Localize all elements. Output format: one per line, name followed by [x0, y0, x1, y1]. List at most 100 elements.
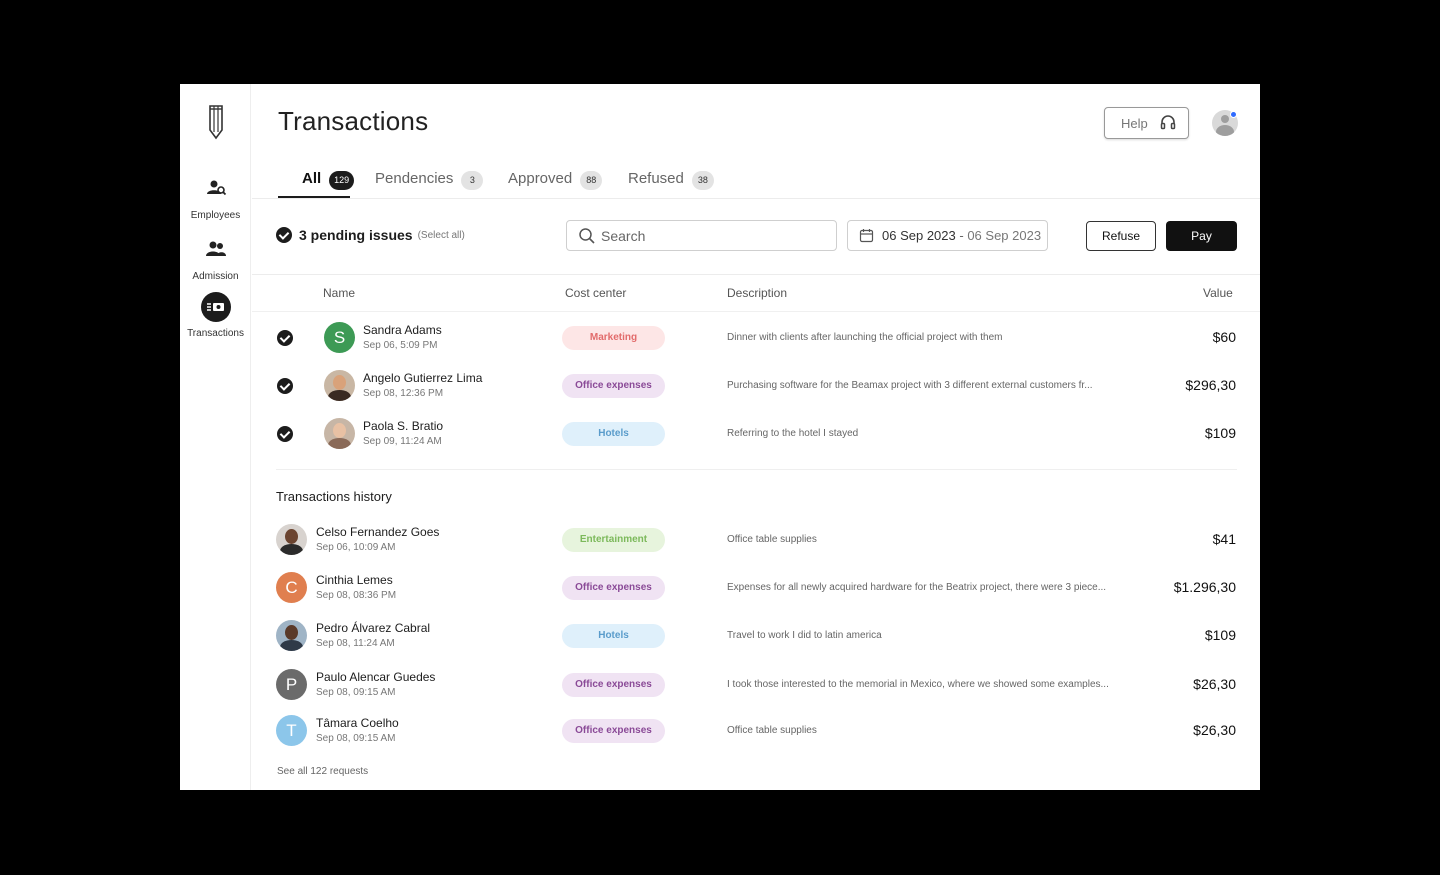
avatar [276, 524, 307, 555]
table-row[interactable]: S Sandra Adams Sep 06, 5:09 PM Marketing… [252, 315, 1260, 361]
sidebar-item-transactions[interactable]: Transactions [180, 292, 251, 339]
tab-count-badge: 3 [461, 171, 484, 190]
tab-label: Approved [508, 170, 573, 187]
avatar [324, 418, 355, 449]
transaction-description: Dinner with clients after launching the … [727, 332, 1003, 343]
transactions-history-title: Transactions history [276, 489, 392, 504]
person-name: Tâmara Coelho [316, 716, 399, 730]
transaction-description: Office table supplies [727, 534, 817, 545]
tab-all[interactable]: All 129 [302, 170, 355, 198]
column-header-name[interactable]: Name [323, 286, 355, 300]
avatar: C [276, 572, 307, 603]
date-range-picker[interactable]: 06 Sep 2023 - 06 Sep 2023 [847, 220, 1048, 251]
sidebar-item-employees[interactable]: Employees [180, 174, 251, 221]
tab-count-badge: 129 [329, 171, 355, 190]
tab-bar: All 129 Pendencies 3 Approved 88 Refused… [278, 170, 1260, 200]
transaction-date: Sep 06, 10:09 AM [316, 542, 396, 553]
row-checkbox[interactable] [277, 330, 293, 346]
cost-center-tag: Hotels [562, 422, 665, 446]
cost-center-tag: Office expenses [562, 576, 665, 600]
search-input[interactable] [601, 225, 821, 247]
column-header-value[interactable]: Value [1203, 286, 1233, 300]
transaction-date: Sep 08, 08:36 PM [316, 590, 397, 601]
tab-label: Refused [628, 170, 684, 187]
section-divider [276, 469, 1237, 470]
transaction-value: $109 [1204, 627, 1236, 643]
transaction-value: $60 [1212, 329, 1236, 345]
tab-refused[interactable]: Refused 38 [628, 170, 714, 198]
column-header-description[interactable]: Description [727, 286, 787, 300]
date-from: 06 Sep 2023 [882, 228, 956, 243]
avatar: S [324, 322, 355, 353]
money-transfer-icon [200, 292, 231, 322]
transaction-value: $1.296,30 [1173, 579, 1236, 595]
table-row[interactable]: Celso Fernandez Goes Sep 06, 10:09 AM En… [252, 517, 1260, 563]
transaction-date: Sep 08, 09:15 AM [316, 733, 396, 744]
search-box [566, 220, 837, 251]
person-name: Celso Fernandez Goes [316, 525, 440, 539]
transaction-description: I took those interested to the memorial … [727, 679, 1109, 690]
transaction-date: Sep 06, 5:09 PM [363, 340, 438, 351]
row-checkbox[interactable] [277, 378, 293, 394]
table-row[interactable]: P Paulo Alencar Guedes Sep 08, 09:15 AM … [252, 662, 1260, 708]
avatar [324, 370, 355, 401]
sidebar-item-admission[interactable]: Admission [180, 235, 251, 282]
tab-count-badge: 38 [691, 171, 714, 190]
refuse-button[interactable]: Refuse [1086, 221, 1156, 251]
sidebar-item-label: Transactions [187, 328, 244, 339]
cost-center-tag: Marketing [562, 326, 665, 350]
person-name: Pedro Álvarez Cabral [316, 621, 431, 635]
transaction-value: $109 [1204, 425, 1236, 441]
transaction-description: Travel to work I did to latin america [727, 630, 882, 641]
pending-issues-toggle[interactable]: 3 pending issues (Select all) [276, 227, 465, 243]
column-header-cost-center[interactable]: Cost center [565, 286, 626, 300]
person-name: Paulo Alencar Guedes [316, 670, 436, 684]
employees-search-icon [201, 174, 231, 204]
calendar-icon [859, 229, 874, 243]
sidebar: Employees Admission Transactions [180, 84, 251, 790]
person-name: Cinthia Lemes [316, 573, 393, 587]
avatar [276, 620, 307, 651]
table-header-divider [252, 311, 1260, 312]
avatar: P [276, 669, 307, 700]
transaction-description: Purchasing software for the Beamax proje… [727, 380, 1093, 391]
transaction-description: Referring to the hotel I stayed [727, 428, 859, 439]
transaction-date: Sep 08, 11:24 AM [316, 638, 395, 649]
tab-approved[interactable]: Approved 88 [508, 170, 603, 198]
transaction-value: $26,30 [1193, 676, 1236, 692]
toolbar-divider [252, 274, 1260, 275]
notification-dot [1230, 111, 1237, 118]
table-row[interactable]: T Tâmara Coelho Sep 08, 09:15 AM Office … [252, 708, 1260, 754]
cost-center-tag: Hotels [562, 624, 665, 648]
table-row[interactable]: Pedro Álvarez Cabral Sep 08, 11:24 AM Ho… [252, 613, 1260, 659]
check-circle-icon [276, 227, 292, 243]
select-all-link[interactable]: (Select all) [418, 230, 465, 241]
help-label: Help [1121, 115, 1148, 131]
date-range-text: 06 Sep 2023 - 06 Sep 2023 [882, 228, 1041, 243]
table-row[interactable]: C Cinthia Lemes Sep 08, 08:36 PM Office … [252, 565, 1260, 611]
app-window: Employees Admission Transactions Transac… [180, 84, 1260, 790]
cost-center-tag: Office expenses [562, 673, 665, 697]
help-button[interactable]: Help [1104, 107, 1189, 139]
see-all-requests-link[interactable]: See all 122 requests [277, 766, 368, 777]
transaction-value: $41 [1212, 531, 1236, 547]
pay-button[interactable]: Pay [1166, 221, 1237, 251]
pencil-logo-icon [209, 105, 223, 140]
avatar-initial: P [285, 675, 298, 694]
row-checkbox[interactable] [277, 426, 293, 442]
transaction-value: $26,30 [1193, 722, 1236, 738]
transaction-date: Sep 08, 09:15 AM [316, 687, 396, 698]
table-row[interactable]: Angelo Gutierrez Lima Sep 08, 12:36 PM O… [252, 363, 1260, 409]
tab-pendencies[interactable]: Pendencies 3 [375, 170, 484, 198]
sidebar-item-label: Employees [190, 210, 241, 221]
cost-center-tag: Office expenses [562, 719, 665, 743]
transaction-date: Sep 08, 12:36 PM [363, 388, 444, 399]
person-name: Sandra Adams [363, 323, 442, 337]
avatar: T [276, 715, 307, 746]
page-title: Transactions [278, 106, 429, 136]
transaction-description: Expenses for all newly acquired hardware… [727, 582, 1107, 593]
main-content: Transactions Help All 129 Pendencies 3 A… [252, 84, 1260, 790]
table-row[interactable]: Paola S. Bratio Sep 09, 11:24 AM Hotels … [252, 411, 1260, 457]
tab-label: Pendencies [375, 170, 454, 187]
cost-center-tag: Office expenses [562, 374, 665, 398]
